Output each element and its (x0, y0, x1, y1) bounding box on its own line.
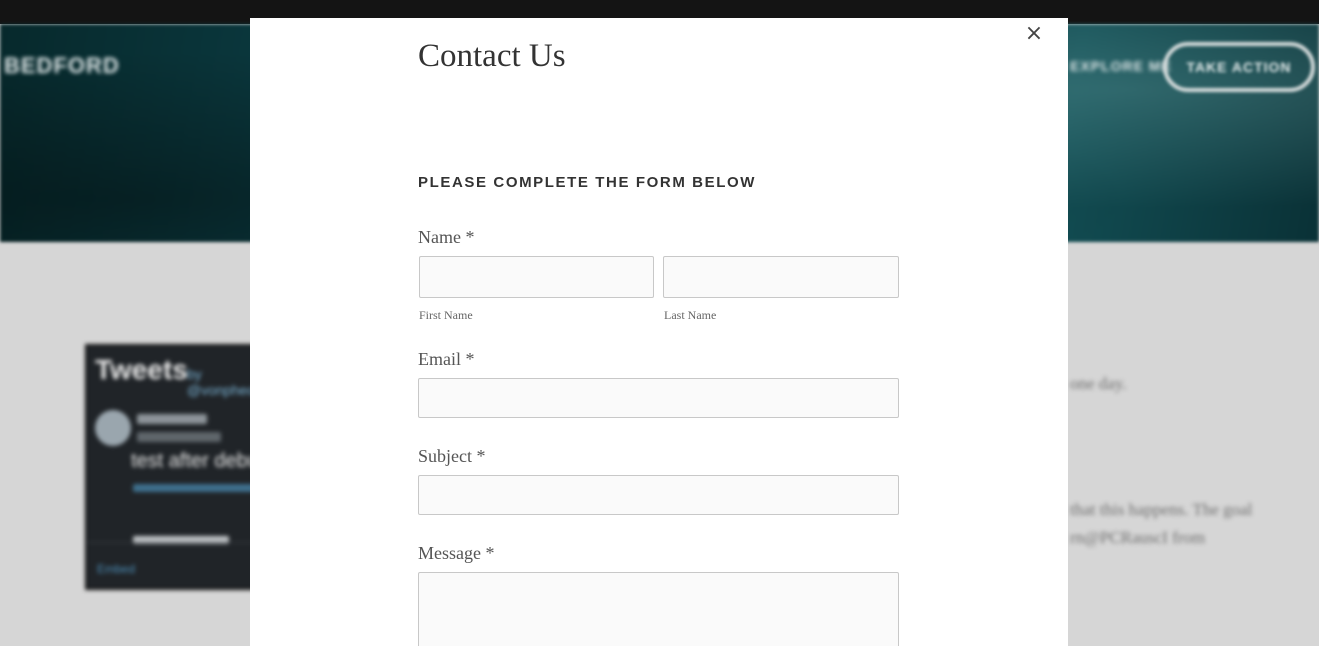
tweet-handle-line (137, 432, 221, 442)
message-label-text: Message (418, 543, 481, 563)
subject-label-text: Subject (418, 446, 472, 466)
name-label-text: Name (418, 227, 461, 247)
first-name-input[interactable] (419, 256, 654, 298)
nav-link: EXPLORE ME (1070, 58, 1172, 74)
required-marker: * (476, 446, 486, 466)
first-name-caption: First Name (419, 308, 473, 322)
email-field[interactable] (418, 378, 899, 418)
required-marker: * (465, 349, 475, 369)
required-marker: * (485, 543, 495, 563)
message-label: Message * (418, 543, 494, 564)
form-heading: PLEASE COMPLETE THE FORM BELOW (418, 174, 757, 191)
subject-label: Subject * (418, 446, 486, 467)
side-text: rn@PCRauscI from (1070, 528, 1206, 547)
tweets-embed-link: Embed (97, 562, 136, 576)
modal-title: Contact Us (418, 38, 566, 74)
take-action-button: TAKE ACTION (1163, 42, 1315, 92)
message-field[interactable] (418, 572, 899, 646)
side-text: that this happens. The goal (1070, 500, 1253, 519)
side-text: one day. (1070, 374, 1127, 393)
site-logo: BEDFORD (4, 53, 120, 78)
required-marker: * (465, 227, 475, 247)
tweets-title: Tweets (95, 354, 188, 385)
close-icon[interactable]: × (1023, 23, 1045, 45)
avatar (95, 410, 131, 446)
email-label: Email * (418, 349, 475, 370)
tweet-author-line (137, 414, 207, 424)
name-label: Name * (418, 227, 474, 248)
last-name-caption: Last Name (664, 308, 717, 322)
email-label-text: Email (418, 349, 461, 369)
subject-field[interactable] (418, 475, 899, 515)
last-name-input[interactable] (663, 256, 899, 298)
contact-modal: × Contact Us PLEASE COMPLETE THE FORM BE… (250, 18, 1068, 646)
